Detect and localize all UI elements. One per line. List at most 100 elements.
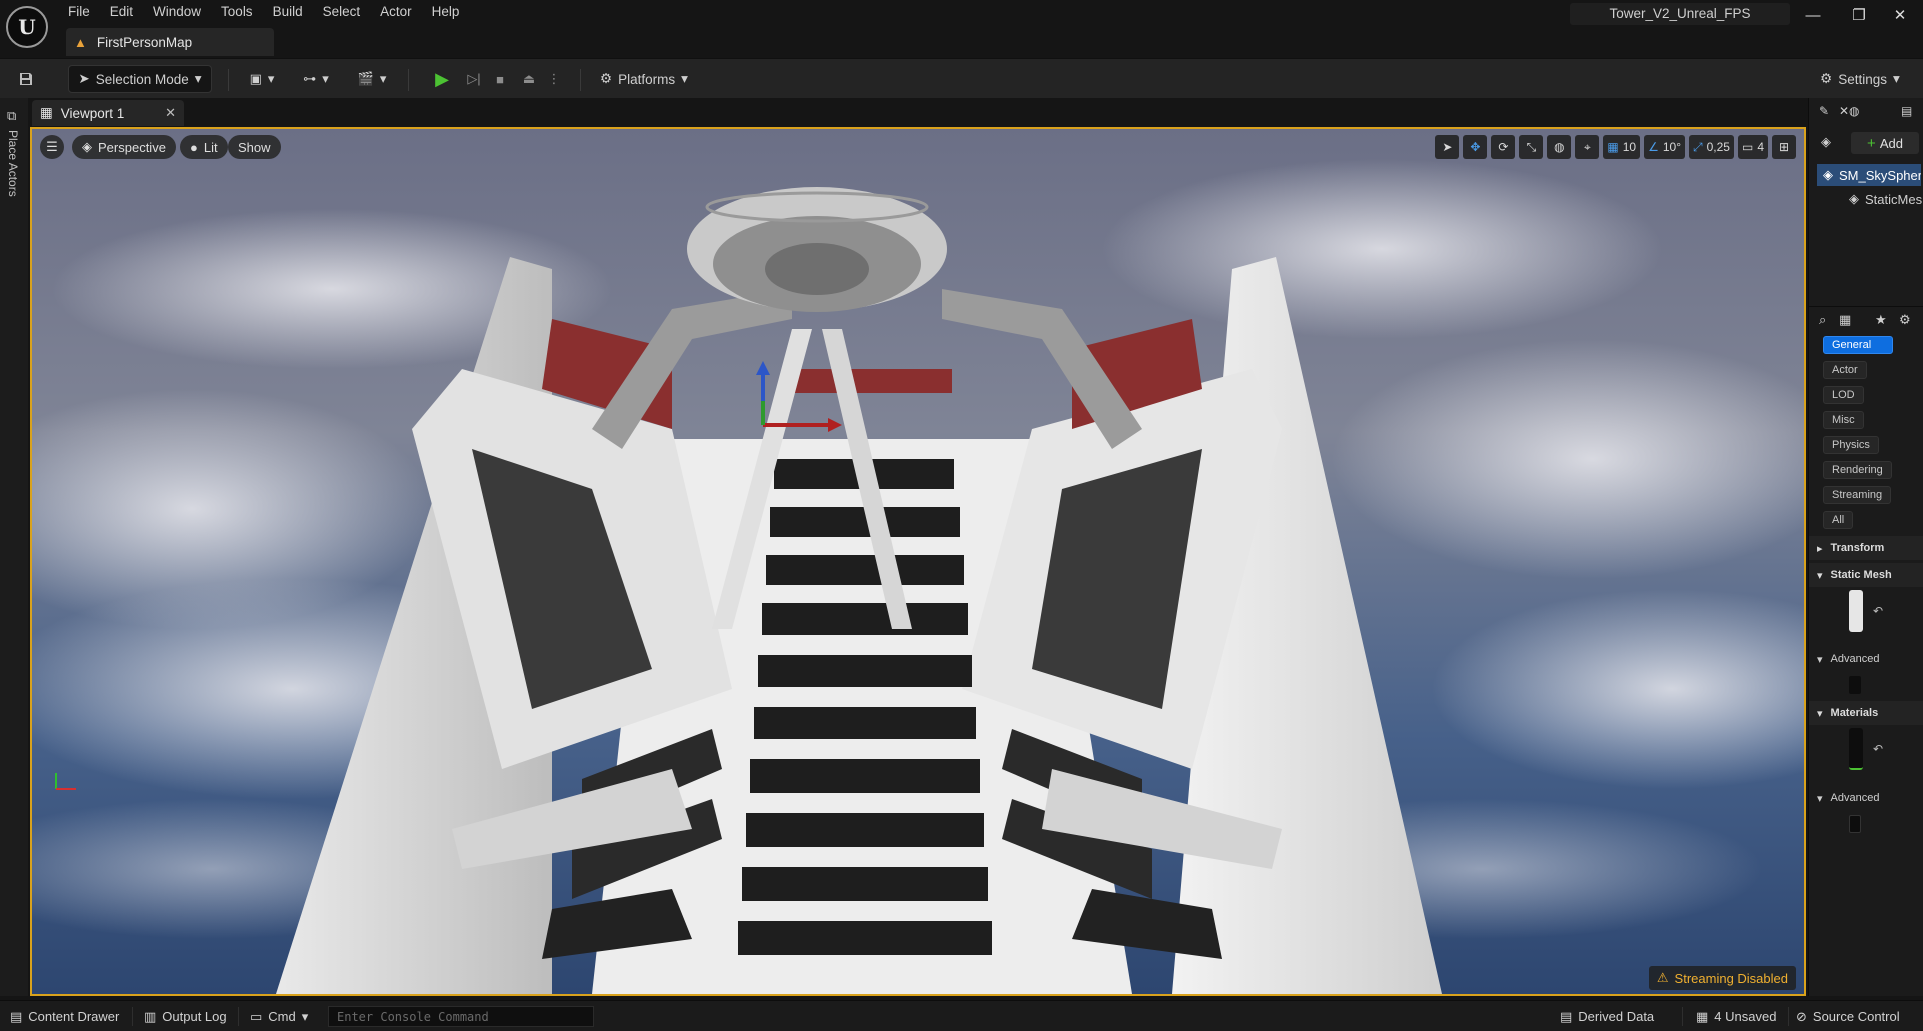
play-icon[interactable]: ▶	[428, 65, 456, 93]
save-icon: ▦	[1696, 1008, 1709, 1024]
chevron-down-icon: ▾	[681, 71, 688, 86]
advanced-value[interactable]	[1849, 676, 1861, 694]
settings-dropdown[interactable]: ⚙ Settings ▾	[1810, 65, 1910, 93]
menu-build[interactable]: Build	[263, 0, 313, 24]
translate-tool-icon[interactable]: ✥	[1463, 135, 1488, 159]
chevron-down-icon: ▾	[1817, 707, 1823, 720]
menu-window[interactable]: Window	[143, 0, 211, 24]
materials-section[interactable]: ▾ Materials	[1809, 701, 1923, 725]
menu-file[interactable]: File	[58, 0, 100, 24]
blueprint-button[interactable]: ⊶ ▾	[296, 65, 336, 93]
outliner-child-item[interactable]: ◈ StaticMeshComponent	[1849, 188, 1923, 210]
streaming-status[interactable]: ⚠ Streaming Disabled	[1648, 966, 1796, 990]
menu-tools[interactable]: Tools	[211, 0, 263, 24]
close-window-icon[interactable]: ✕	[1877, 0, 1923, 32]
menu-edit[interactable]: Edit	[100, 0, 143, 24]
cmd-dropdown[interactable]: ▭ Cmd ▾	[250, 1001, 308, 1031]
output-log-button[interactable]: ▥ Output Log	[144, 1001, 227, 1031]
outliner-child-label: StaticMeshComponent	[1865, 191, 1923, 207]
menu-select[interactable]: Select	[313, 0, 371, 24]
category-all[interactable]: All	[1823, 511, 1854, 529]
level-viewport[interactable]: ☰ ◈ Perspective ● Lit Show ➤ ✥ ⟳ ⤡ ◍ ⌖ ▦…	[30, 127, 1806, 996]
platforms-dropdown[interactable]: ⚙ Platforms ▾	[594, 65, 694, 93]
minimize-icon[interactable]: —	[1790, 0, 1836, 32]
unreal-logo-icon[interactable]: U	[6, 6, 48, 48]
surface-snap-icon[interactable]: ⌖	[1575, 135, 1600, 159]
search-icon[interactable]: ⌕	[1819, 312, 1826, 328]
star-icon[interactable]: ★	[1875, 312, 1887, 328]
chevron-down-icon: ▾	[1817, 653, 1823, 666]
world-space-icon[interactable]: ◍	[1547, 135, 1572, 159]
category-actor[interactable]: Actor	[1823, 361, 1867, 379]
material-property[interactable]: ↶	[1849, 728, 1883, 770]
rotation-snap-toggle[interactable]: ∠ 10°	[1644, 135, 1685, 159]
category-rendering[interactable]: Rendering	[1823, 461, 1892, 479]
category-misc[interactable]: Misc	[1823, 411, 1864, 429]
cmd-label: Cmd	[268, 1009, 296, 1024]
eject-icon[interactable]: ⏏	[516, 65, 542, 93]
advanced-value[interactable]	[1849, 815, 1861, 833]
content-drawer-button[interactable]: ▤ Content Drawer	[10, 1001, 119, 1031]
menu-help[interactable]: Help	[422, 0, 470, 24]
transform-section[interactable]: ▸ Transform	[1809, 536, 1923, 560]
scale-snap-value: 0,25	[1706, 140, 1730, 154]
map-tab[interactable]: ▲ FirstPersonMap	[66, 28, 274, 56]
outliner-selected-item[interactable]: ◈ SM_SkySphere	[1817, 164, 1921, 186]
reset-icon[interactable]: ↶	[1873, 742, 1883, 756]
layout-icon[interactable]: ⊞	[1772, 135, 1796, 159]
pencil-icon[interactable]: ✎	[1819, 104, 1829, 118]
place-actors-tab[interactable]: Place Actors	[6, 130, 20, 197]
details-tab-icon[interactable]: ▤	[1901, 104, 1912, 118]
scale-snap-toggle[interactable]: ⤢ 0,25	[1689, 135, 1734, 159]
category-physics[interactable]: Physics	[1823, 436, 1879, 454]
select-tool-icon[interactable]: ➤	[1435, 135, 1460, 159]
layers-icon[interactable]: ◈	[1821, 134, 1831, 150]
viewport-tab[interactable]: ▦ Viewport 1 ✕	[32, 100, 184, 126]
stop-icon[interactable]: ■	[488, 65, 512, 93]
restore-icon[interactable]: ❐	[1836, 0, 1882, 32]
chevron-down-icon: ▾	[322, 71, 329, 86]
right-panel: ✎ ✕◍ ▤ ◈ + Add ◈ SM_SkySphere ◈ StaticMe…	[1808, 98, 1923, 996]
grid-icon: ▦	[1607, 140, 1619, 154]
viewport-menu-icon[interactable]: ☰	[40, 135, 64, 159]
status-divider	[132, 1007, 133, 1026]
selection-mode-dropdown[interactable]: ➤ Selection Mode ▾	[68, 65, 212, 93]
rotate-tool-icon[interactable]: ⟳	[1491, 135, 1516, 159]
category-general[interactable]: General	[1823, 336, 1893, 354]
grid-snap-toggle[interactable]: ▦ 10	[1603, 135, 1641, 159]
cinematics-button[interactable]: 🎬 ▾	[352, 65, 392, 93]
globe-icon[interactable]: ✕◍	[1839, 104, 1860, 118]
scale-tool-icon[interactable]: ⤡	[1519, 135, 1544, 159]
reset-icon[interactable]: ↶	[1873, 604, 1883, 618]
unsaved-button[interactable]: ▦ 4 Unsaved	[1696, 1001, 1776, 1031]
menu-bar: File Edit Window Tools Build Select Acto…	[58, 0, 469, 24]
scene-render[interactable]	[32, 129, 1804, 994]
static-mesh-property[interactable]: ↶	[1849, 590, 1883, 632]
static-mesh-section[interactable]: ▾ Static Mesh	[1809, 563, 1923, 587]
toolbar-divider	[580, 69, 581, 91]
console-input[interactable]	[328, 1006, 594, 1027]
advance-frame-icon[interactable]: ▷|	[460, 65, 488, 93]
category-lod[interactable]: LOD	[1823, 386, 1864, 404]
menu-actor[interactable]: Actor	[370, 0, 422, 24]
source-control-button[interactable]: ⊘ Source Control	[1796, 1001, 1900, 1031]
close-icon[interactable]: ✕	[165, 105, 176, 121]
camera-speed-button[interactable]: ▭ 4	[1737, 135, 1768, 159]
advanced-label: Advanced	[1830, 792, 1880, 804]
advanced-section-mesh[interactable]: ▾ Advanced	[1809, 648, 1923, 670]
lit-button[interactable]: ● Lit	[180, 135, 228, 159]
more-options-icon[interactable]: ⋮	[546, 65, 562, 93]
gear-icon[interactable]: ⚙	[1899, 312, 1911, 328]
add-button[interactable]: + Add	[1851, 132, 1919, 154]
level-icon: ▲	[74, 34, 87, 50]
derived-data-button[interactable]: ▤ Derived Data	[1560, 1001, 1654, 1031]
blueprint-icon: ⊶	[303, 71, 317, 86]
category-streaming[interactable]: Streaming	[1823, 486, 1892, 504]
table-icon[interactable]: ▦	[1839, 312, 1851, 328]
show-button[interactable]: Show	[228, 135, 281, 159]
save-icon[interactable]	[12, 65, 40, 93]
perspective-button[interactable]: ◈ Perspective	[72, 135, 176, 159]
place-actors-icon[interactable]: ⧉	[7, 108, 16, 124]
advanced-section-materials[interactable]: ▾ Advanced	[1809, 787, 1923, 809]
add-actor-button[interactable]: ▣ ▾	[242, 65, 282, 93]
